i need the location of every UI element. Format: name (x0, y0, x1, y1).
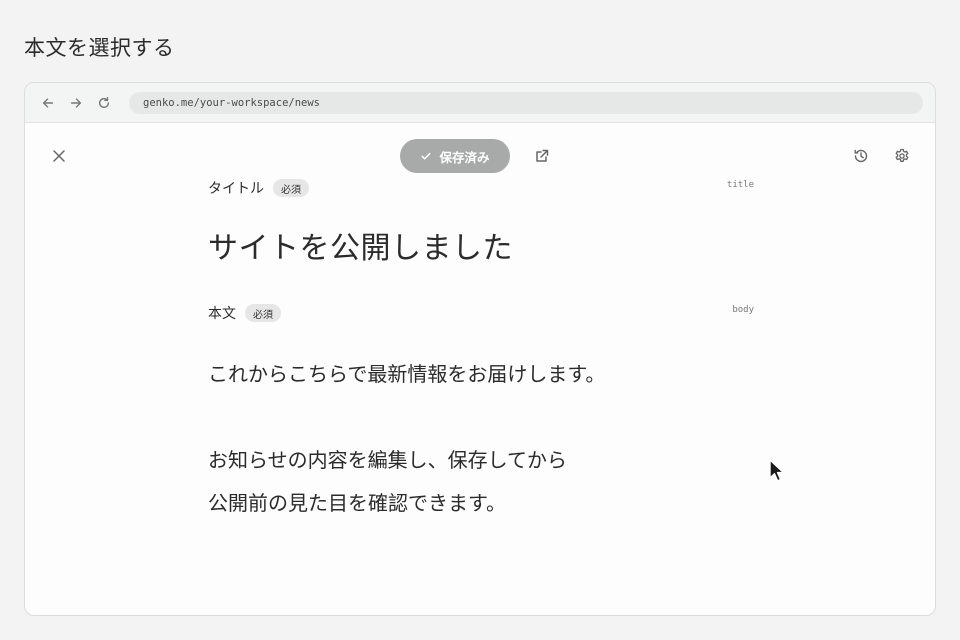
body-required-badge: 必須 (245, 304, 281, 322)
reload-icon (98, 96, 110, 108)
open-external-button[interactable] (529, 143, 555, 169)
saved-button[interactable]: 保存済み (400, 139, 510, 173)
history-icon (854, 149, 868, 163)
body-line: お知らせの内容を編集し、保存してから (208, 448, 567, 472)
address-bar[interactable]: genko.me/your-workspace/news (129, 91, 923, 114)
external-link-icon (536, 149, 549, 162)
arrow-left-icon (42, 97, 54, 108)
back-button[interactable] (39, 94, 57, 112)
gear-icon (895, 148, 909, 162)
close-icon (53, 150, 65, 162)
body-label-row: 本文 必須 (208, 303, 754, 323)
check-icon (421, 152, 431, 160)
body-field: 本文 必須 body これからこちらで最新情報をお届けします。 お知らせの内容を… (208, 303, 754, 525)
arrow-right-icon (70, 97, 82, 108)
body-line: 公開前の見た目を確認できます。 (208, 491, 506, 515)
reload-button[interactable] (95, 94, 113, 112)
settings-button[interactable] (889, 143, 915, 169)
forward-button[interactable] (67, 94, 85, 112)
history-button[interactable] (848, 143, 874, 169)
title-label: タイトル (208, 181, 264, 197)
browser-toolbar: genko.me/your-workspace/news (25, 83, 935, 123)
saved-button-label: 保存済み (439, 149, 490, 165)
title-required-badge: 必須 (273, 179, 309, 197)
browser-window: genko.me/your-workspace/news 保存済み タイトル 必… (24, 82, 936, 616)
close-button[interactable] (46, 143, 72, 169)
body-label: 本文 (208, 306, 236, 322)
title-label-row: タイトル 必須 (208, 178, 754, 198)
body-input[interactable]: これからこちらで最新情報をお届けします。 お知らせの内容を編集し、保存してから … (208, 353, 754, 525)
title-field-key: title (726, 180, 754, 190)
body-line: これからこちらで最新情報をお届けします。 (208, 362, 606, 386)
body-field-key: body (732, 305, 754, 315)
title-field: タイトル 必須 title サイトを公開しました (208, 178, 754, 267)
title-input[interactable]: サイトを公開しました (208, 223, 754, 267)
page-title: 本文を選択する (24, 36, 175, 60)
body-line (208, 396, 754, 439)
